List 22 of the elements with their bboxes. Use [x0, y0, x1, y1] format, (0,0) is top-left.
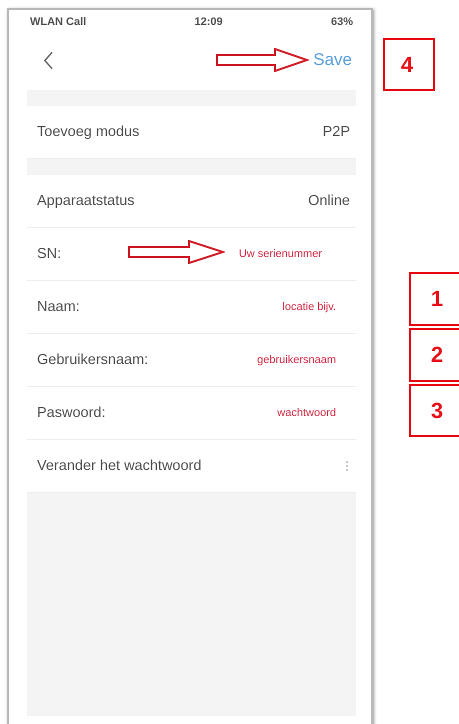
clock-text: 12:09	[194, 16, 223, 28]
row-label: Gebruikersnaam:	[37, 352, 148, 368]
row-label: Naam:	[37, 299, 80, 315]
annotation-text: Uw serienummer	[238, 248, 322, 260]
callout-number: 4	[383, 38, 435, 91]
callout-number: 3	[409, 384, 459, 437]
battery-text: 63%	[330, 16, 353, 28]
carrier-text: WLAN Call	[30, 16, 86, 28]
callout-number: 1	[409, 272, 459, 326]
row-value: Online	[308, 193, 350, 209]
row-label: Toevoeg modus	[37, 124, 140, 140]
save-button[interactable]: Save	[309, 48, 356, 72]
row-label: Apparaatstatus	[37, 193, 135, 209]
annotation-text: gebruikersnaam	[257, 354, 336, 366]
row-value: P2P	[322, 124, 350, 140]
annotation-text: wachtwoord	[277, 407, 336, 419]
annotation-text: locatie bijv.	[282, 301, 336, 313]
callout-number: 2	[409, 328, 459, 382]
back-icon[interactable]	[43, 50, 54, 70]
row-label: Verander het wachtwoord	[37, 458, 202, 474]
row-label: SN:	[37, 246, 62, 262]
row-label: Paswoord:	[37, 405, 106, 421]
